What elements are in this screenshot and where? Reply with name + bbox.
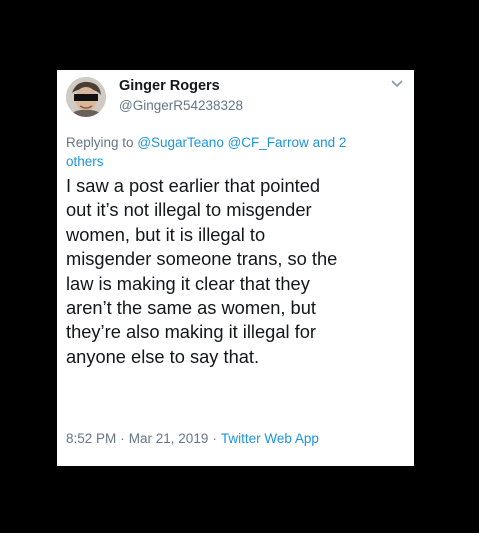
tweet-time[interactable]: 8:52 PM bbox=[66, 431, 116, 446]
tweet-text-line: they’re also making it illegal for bbox=[66, 321, 316, 343]
meta-separator: · bbox=[120, 431, 125, 446]
author-handle[interactable]: @GingerR54238328 bbox=[119, 97, 243, 114]
tweet-text: I saw a post earlier that pointed out it… bbox=[66, 174, 411, 369]
others-text: others bbox=[66, 154, 104, 169]
tweet-text-line: law is making it clear that they bbox=[66, 272, 310, 294]
tweet-text-line: out it’s not illegal to misgender bbox=[66, 199, 312, 221]
tweet-text-line: women, but it is illegal to bbox=[66, 223, 266, 245]
and-others-text: and 2 bbox=[312, 135, 347, 150]
tweet-meta: 8:52 PM · Mar 21, 2019 · Twitter Web App bbox=[66, 430, 319, 447]
chevron-down-icon[interactable] bbox=[390, 79, 404, 89]
avatar-image bbox=[66, 77, 106, 117]
avatar[interactable] bbox=[66, 77, 106, 117]
tweet-source-link[interactable]: Twitter Web App bbox=[221, 431, 319, 446]
tweet-text-line: anyone else to say that. bbox=[66, 345, 260, 367]
tweet-text-line: I saw a post earlier that pointed bbox=[66, 175, 321, 196]
author-display-name[interactable]: Ginger Rogers bbox=[119, 78, 243, 95]
replying-to: Replying to @SugarTeano @CF_Farrow and 2… bbox=[66, 133, 401, 171]
author-names: Ginger Rogers @GingerR54238328 bbox=[119, 78, 243, 114]
meta-separator: · bbox=[212, 431, 217, 446]
tweet-card: Ginger Rogers @GingerR54238328 Replying … bbox=[57, 70, 414, 466]
tweet-text-line: misgender someone trans, so the bbox=[66, 248, 338, 270]
mention-link-1[interactable]: @SugarTeano bbox=[137, 135, 224, 150]
tweet-header: Ginger Rogers @GingerR54238328 bbox=[66, 77, 404, 117]
tweet-date[interactable]: Mar 21, 2019 bbox=[129, 431, 209, 446]
tweet-text-line: aren’t the same as women, but bbox=[66, 297, 316, 319]
screenshot-frame: Ginger Rogers @GingerR54238328 Replying … bbox=[0, 0, 479, 533]
replying-prefix: Replying to bbox=[66, 135, 134, 150]
mention-link-2[interactable]: @CF_Farrow bbox=[228, 135, 309, 150]
